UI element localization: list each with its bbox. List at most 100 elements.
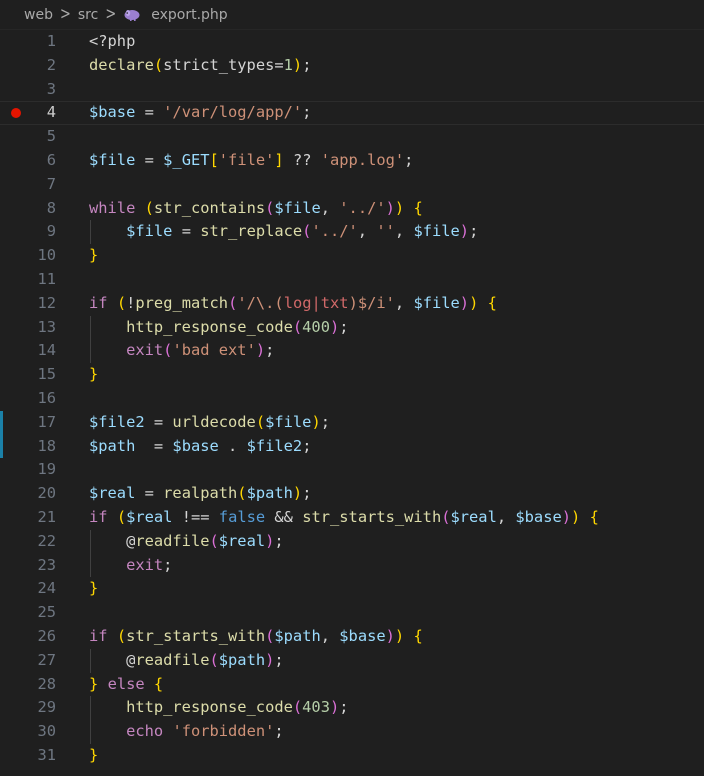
- code-token: ;: [265, 341, 275, 360]
- code-token: str_replace: [200, 222, 303, 241]
- code-line[interactable]: 31}: [0, 744, 704, 768]
- code-text: while (str_contains($file, '../')) {: [89, 197, 423, 221]
- code-line[interactable]: 28} else {: [0, 673, 704, 697]
- code-line[interactable]: 6 $file = $_GET['file'] ?? 'app.log';: [0, 149, 704, 173]
- code-line[interactable]: 4 $base = '/var/log/app/';: [0, 101, 704, 125]
- code-token: str_contains: [153, 198, 266, 217]
- breadcrumb-folder-web[interactable]: web: [24, 7, 53, 23]
- code-token: ;: [302, 484, 312, 503]
- code-line[interactable]: 17 $file2 = urldecode($file);: [0, 410, 704, 435]
- code-token: ): [292, 55, 303, 74]
- code-token: http_response_code: [126, 317, 293, 336]
- code-line[interactable]: 23 exit;: [0, 553, 704, 578]
- code-token: ): [459, 222, 470, 241]
- breadcrumb: web > src > export.php: [0, 0, 704, 30]
- code-token: strict_types=: [163, 55, 284, 74]
- code-line[interactable]: 2 declare(strict_types=1);: [0, 54, 704, 78]
- code-line[interactable]: 29 http_response_code(403);: [0, 696, 704, 721]
- code-line[interactable]: 25: [0, 601, 704, 625]
- code-token: $_GET: [163, 150, 210, 169]
- code-token: '': [376, 222, 395, 241]
- code-editor[interactable]: web > src > export.php 1 <?php 2 declare(st…: [0, 0, 704, 776]
- code-token: ;: [320, 412, 331, 431]
- line-number: 11: [37, 269, 56, 288]
- code-line[interactable]: 12 if (!preg_match('/\.(log|txt)$/i', $fi…: [0, 292, 704, 316]
- code-token: {: [413, 198, 423, 217]
- code-line[interactable]: 20 $real = realpath($path);: [0, 482, 704, 506]
- code-token: ): [394, 198, 405, 217]
- code-line[interactable]: 10}: [0, 244, 704, 268]
- code-token: ,: [320, 626, 340, 645]
- code-token: (: [116, 507, 127, 526]
- code-line[interactable]: 21 if ($real !== false && str_starts_with…: [0, 506, 704, 530]
- code-token: 400: [302, 317, 330, 336]
- code-token: ): [265, 650, 275, 669]
- breadcrumb-folder-src[interactable]: src: [78, 7, 98, 23]
- code-token: @: [89, 531, 136, 550]
- code-lines[interactable]: 1 <?php 2 declare(strict_types=1); 3 4 $base =…: [0, 30, 704, 768]
- code-line[interactable]: 13 http_response_code(400);: [0, 315, 704, 340]
- code-token: .: [218, 436, 247, 455]
- code-line[interactable]: 5: [0, 125, 704, 149]
- code-line[interactable]: 30 echo 'forbidden';: [0, 720, 704, 744]
- line-number: 4: [46, 103, 56, 122]
- code-token: echo: [126, 722, 164, 741]
- code-token: $base: [339, 626, 386, 645]
- code-line[interactable]: 8 while (str_contains($file, '../')) {: [0, 197, 704, 221]
- line-number: 30: [37, 722, 56, 741]
- code-line[interactable]: 24}: [0, 577, 704, 601]
- code-line[interactable]: 22 @readfile($real);: [0, 529, 704, 554]
- code-token: =: [135, 484, 164, 503]
- code-line[interactable]: 16: [0, 387, 704, 411]
- code-token: ): [329, 698, 340, 717]
- php-file-icon: [123, 8, 141, 22]
- line-number: 7: [46, 174, 56, 193]
- breadcrumb-file[interactable]: export.php: [151, 7, 227, 23]
- code-line[interactable]: 14 exit('bad ext');: [0, 339, 704, 364]
- code-token: ,: [496, 507, 516, 526]
- code-line[interactable]: 18 $path = $base . $file2;: [0, 434, 704, 459]
- code-line[interactable]: 26 if (str_starts_with($path, $base)) {: [0, 625, 704, 649]
- code-token: {: [413, 626, 423, 645]
- line-number: 10: [37, 246, 56, 265]
- code-line[interactable]: 27 @readfile($path);: [0, 648, 704, 673]
- line-number: 28: [37, 674, 56, 693]
- code-text: exit;: [89, 554, 172, 578]
- line-number: 13: [37, 317, 56, 336]
- line-number: 9: [46, 222, 56, 241]
- code-line[interactable]: 7: [0, 173, 704, 197]
- code-token: (: [209, 650, 219, 669]
- code-token: if: [89, 507, 108, 526]
- code-token: 403: [302, 698, 330, 717]
- code-line[interactable]: 15}: [0, 363, 704, 387]
- code-line[interactable]: 1 <?php: [0, 30, 704, 54]
- code-token: if: [89, 626, 108, 645]
- code-text: if (str_starts_with($path, $base)) {: [89, 625, 423, 649]
- line-number: 2: [46, 55, 56, 74]
- line-number: 1: [46, 32, 56, 50]
- line-number: 15: [37, 365, 56, 384]
- line-number: 5: [46, 127, 56, 146]
- code-token: urldecode: [172, 412, 256, 431]
- code-token: ;: [339, 698, 349, 717]
- line-number: 29: [37, 698, 56, 717]
- code-token: 'bad ext': [172, 341, 256, 360]
- code-text: @readfile($real);: [89, 530, 284, 554]
- code-token: ): [459, 293, 470, 312]
- code-line[interactable]: 3: [0, 78, 704, 102]
- code-token: (: [265, 626, 275, 645]
- code-text: http_response_code(403);: [89, 696, 349, 720]
- code-token: (: [265, 198, 275, 217]
- code-line[interactable]: 9 $file = str_replace('../', '', $file);: [0, 220, 704, 245]
- code-line[interactable]: 19: [0, 458, 704, 482]
- code-token: =: [144, 412, 173, 431]
- code-token: ;: [404, 150, 414, 169]
- code-line[interactable]: 11: [0, 268, 704, 292]
- line-number: 8: [46, 198, 56, 217]
- code-token: $path: [218, 650, 266, 669]
